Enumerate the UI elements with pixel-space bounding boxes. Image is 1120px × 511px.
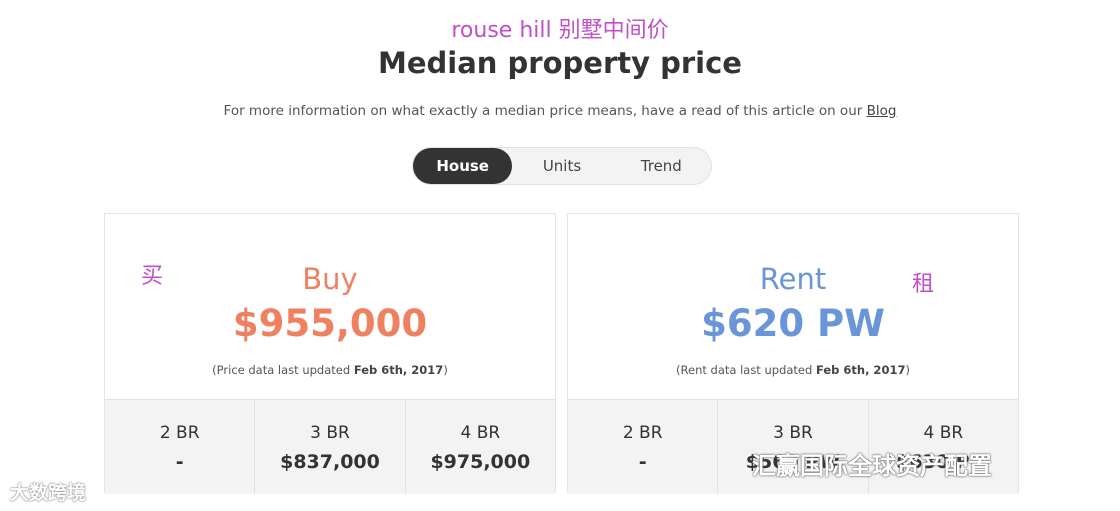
buy-note-date: Feb 6th, 2017 — [353, 363, 444, 377]
bed-value: - — [175, 451, 184, 473]
buy-bed-2br: 2 BR - — [105, 400, 256, 494]
annotation-title: rouse hill 别墅中间价 — [451, 18, 669, 43]
bed-value: $975,000 — [430, 451, 531, 473]
rent-card-summary: 租 Rent $620 PW (Rent data last updated F… — [568, 214, 1018, 399]
buy-update-note: (Price data last updated Feb 6th, 2017) — [105, 363, 555, 377]
rent-note-prefix: (Rent data last updated — [676, 363, 816, 377]
buy-card: 买 Buy $955,000 (Price data last updated … — [104, 213, 556, 494]
rent-note-date: Feb 6th, 2017 — [815, 363, 906, 377]
rent-heading: Rent — [759, 262, 827, 296]
rent-bed-2br: 2 BR - — [568, 400, 719, 494]
intro-text-body: For more information on what exactly a m… — [223, 103, 867, 119]
intro-text: For more information on what exactly a m… — [0, 103, 1120, 119]
bed-value: - — [638, 451, 647, 473]
rent-median-price: $620 PW — [701, 302, 885, 345]
blog-link[interactable]: Blog — [867, 103, 897, 119]
rent-update-note: (Rent data last updated Feb 6th, 2017) — [568, 363, 1018, 377]
bed-label: 3 BR — [310, 423, 350, 443]
bed-label: 4 BR — [923, 423, 964, 443]
buy-note-prefix: (Price data last updated — [212, 363, 354, 377]
tab-trend[interactable]: Trend — [612, 148, 711, 184]
bed-label: 2 BR — [622, 423, 663, 443]
watermark-left: 大数跨境 — [10, 482, 87, 504]
bed-value: $837,000 — [280, 451, 380, 473]
tab-house[interactable]: House — [413, 148, 513, 184]
property-type-tabs: House Units Trend — [412, 147, 712, 185]
buy-bedroom-breakdown: 2 BR - 3 BR $837,000 4 BR $975,000 — [105, 399, 555, 494]
buy-heading: Buy — [302, 262, 358, 296]
rent-note-suffix: ) — [905, 363, 910, 377]
buy-bed-3br: 3 BR $837,000 — [255, 400, 406, 494]
bed-label: 3 BR — [773, 423, 813, 443]
bed-label: 4 BR — [460, 423, 501, 443]
bed-label: 2 BR — [159, 423, 200, 443]
watermark-right: 汇赢国际全球资产配置 — [752, 452, 992, 480]
buy-note-suffix: ) — [443, 363, 448, 377]
buy-card-summary: 买 Buy $955,000 (Price data last updated … — [105, 214, 555, 399]
buy-bed-4br: 4 BR $975,000 — [406, 400, 555, 494]
page-title: Median property price — [378, 46, 742, 80]
tab-units[interactable]: Units — [512, 148, 611, 184]
buy-median-price: $955,000 — [232, 302, 428, 345]
